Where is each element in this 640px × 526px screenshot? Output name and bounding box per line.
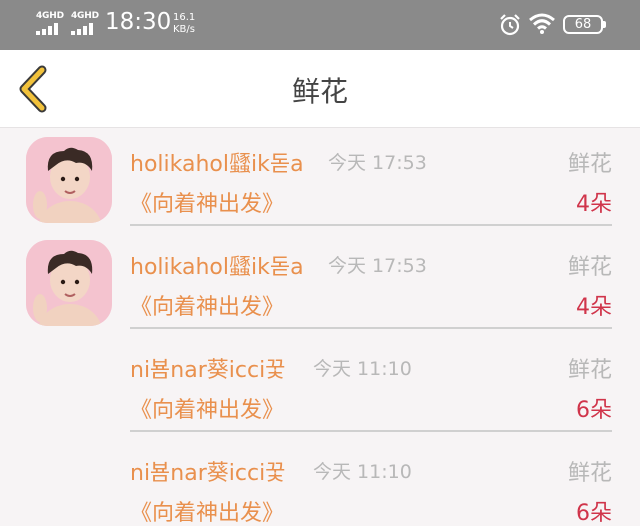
list-item[interactable]: holikahol瓥ik돋a 今天 17:53 鲜花 《向着神出发》 4朵 bbox=[0, 232, 640, 335]
page-title: 鲜花 bbox=[291, 75, 348, 108]
list-item[interactable]: ni뵴nar葵icci꿏 今天 11:10 鲜花 《向着神出发》 6朵 bbox=[0, 438, 640, 526]
clock: 18:30 bbox=[105, 9, 172, 35]
gift-type: 鲜花 bbox=[567, 461, 612, 486]
battery-icon: 68 bbox=[563, 15, 606, 34]
alarm-icon bbox=[500, 14, 520, 36]
gift-count: 4朵 bbox=[576, 192, 612, 217]
signal-icon: 4GHD bbox=[71, 11, 103, 37]
network-speed: 16.1 KB/s bbox=[173, 12, 195, 36]
book-title[interactable]: 《向着神出发》 bbox=[130, 495, 284, 526]
divider bbox=[130, 430, 612, 432]
send-time: 今天 17:53 bbox=[328, 152, 427, 174]
send-time: 今天 11:10 bbox=[313, 461, 412, 483]
app-header: 鲜花 bbox=[0, 50, 640, 128]
gift-count: 6朵 bbox=[576, 398, 612, 423]
send-time: 今天 17:53 bbox=[328, 255, 427, 277]
list-item[interactable]: ni뵴nar葵icci꿏 今天 11:10 鲜花 《向着神出发》 6朵 bbox=[0, 335, 640, 438]
gift-type: 鲜花 bbox=[567, 152, 612, 177]
list-item[interactable]: holikahol瓥ik돋a 今天 17:53 鲜花 《向着神出发》 4朵 bbox=[0, 129, 640, 232]
flower-gift-list: holikahol瓥ik돋a 今天 17:53 鲜花 《向着神出发》 4朵 ho… bbox=[0, 129, 640, 526]
network-type-label: 4GHD bbox=[71, 11, 99, 21]
wifi-icon bbox=[529, 13, 555, 34]
avatar[interactable] bbox=[26, 137, 112, 223]
sender-name: holikahol瓥ik돋a bbox=[130, 255, 304, 280]
speed-value: 16.1 bbox=[173, 12, 196, 23]
gift-count: 4朵 bbox=[576, 295, 612, 320]
network-type-label: 4GHD bbox=[36, 11, 64, 21]
status-bar: 4GHD 4GHD 18:30 16.1 KB/s 68 bbox=[0, 0, 640, 50]
book-title[interactable]: 《向着神出发》 bbox=[130, 186, 284, 218]
gift-count: 6朵 bbox=[576, 501, 612, 526]
send-time: 今天 11:10 bbox=[313, 358, 412, 380]
gift-type: 鲜花 bbox=[567, 255, 612, 280]
avatar[interactable] bbox=[26, 240, 112, 326]
sender-name: ni뵴nar葵icci꿏 bbox=[130, 461, 286, 486]
book-title[interactable]: 《向着神出发》 bbox=[130, 289, 284, 321]
sender-name: holikahol瓥ik돋a bbox=[130, 152, 304, 177]
divider bbox=[130, 224, 612, 226]
gift-type: 鲜花 bbox=[567, 358, 612, 383]
book-title[interactable]: 《向着神出发》 bbox=[130, 392, 284, 424]
divider bbox=[130, 327, 612, 329]
sender-name: ni뵴nar葵icci꿏 bbox=[130, 358, 286, 383]
speed-unit: KB/s bbox=[173, 24, 195, 35]
signal-icon: 4GHD bbox=[36, 11, 68, 37]
